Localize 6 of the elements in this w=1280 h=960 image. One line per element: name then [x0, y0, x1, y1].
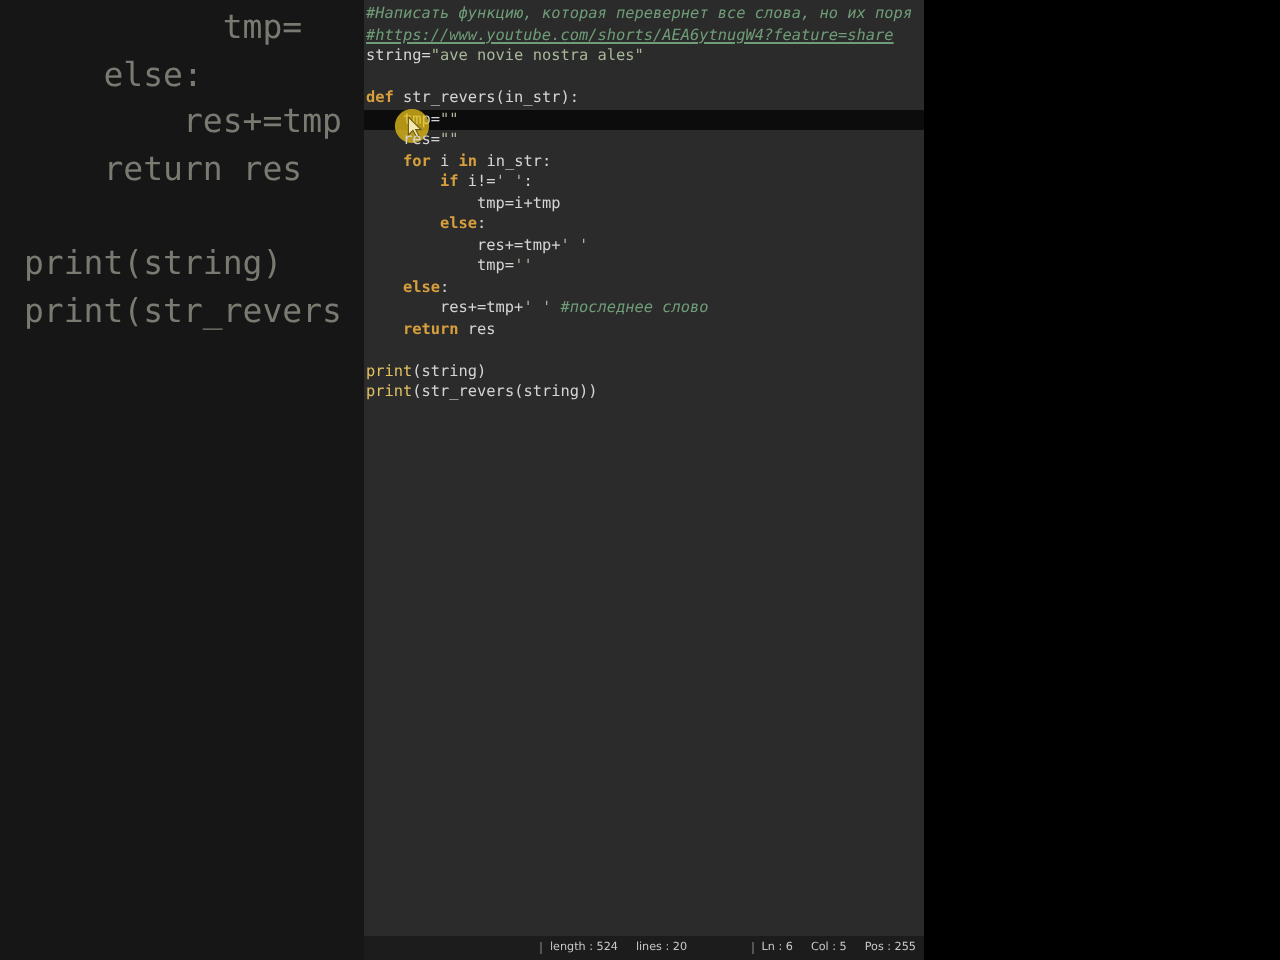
code-line: print(str_revers — [24, 292, 342, 331]
code-line: print(string) — [24, 244, 283, 283]
code-line: else: — [103, 55, 203, 94]
code-line: return res — [103, 150, 303, 189]
code-line: res+=tmp — [182, 102, 342, 141]
code-line: tmp= — [222, 8, 303, 46]
